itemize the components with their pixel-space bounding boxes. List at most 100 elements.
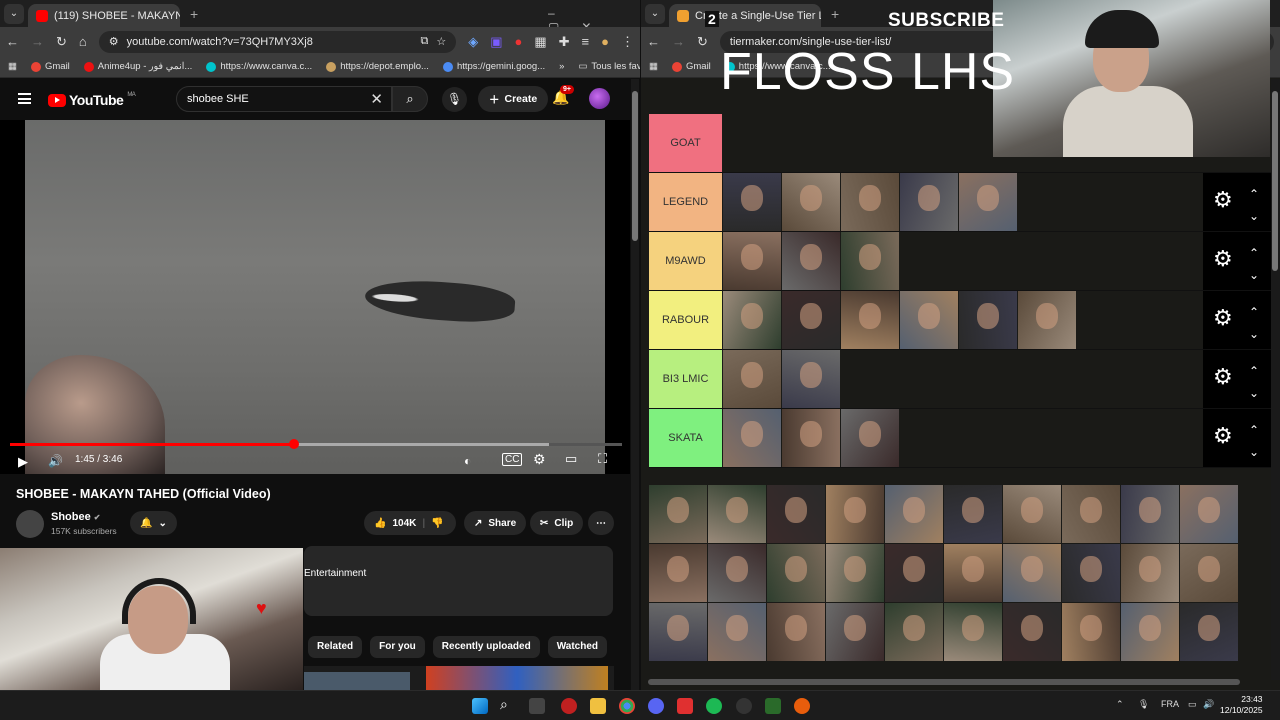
chip-for-you[interactable]: For you: [370, 636, 425, 658]
microphone-icon[interactable]: 🎙: [1138, 699, 1149, 710]
app-icon[interactable]: [736, 698, 752, 714]
extension-icon[interactable]: ●: [514, 34, 522, 49]
tier-settings-gear-icon[interactable]: ⚙: [1213, 423, 1233, 449]
search-button[interactable]: ⌕: [392, 86, 428, 112]
move-down-icon[interactable]: ⌄: [1249, 323, 1259, 345]
tier-label[interactable]: M9AWD: [649, 232, 722, 290]
artist-image[interactable]: [723, 232, 781, 290]
like-button[interactable]: 👍 104K | 👎: [364, 511, 456, 535]
task-view-icon[interactable]: [529, 698, 545, 714]
page-scrollbar[interactable]: [1271, 79, 1280, 680]
new-tab-button[interactable]: +: [831, 6, 839, 22]
captions-icon[interactable]: CC: [502, 453, 523, 466]
artist-image[interactable]: [900, 291, 958, 349]
artist-image[interactable]: [944, 544, 1002, 602]
site-info-icon[interactable]: ⚙: [109, 35, 119, 48]
search-input[interactable]: shobee SHE ✕: [176, 86, 392, 112]
new-tab-button[interactable]: +: [190, 6, 198, 22]
move-up-icon[interactable]: ⌃: [1249, 183, 1259, 205]
extension-icon[interactable]: ▣: [490, 34, 502, 50]
bookmark-gmail[interactable]: Gmail: [30, 61, 70, 72]
tier-settings-gear-icon[interactable]: ⚙: [1213, 305, 1233, 331]
reload-icon[interactable]: ↻: [56, 34, 67, 50]
language-indicator[interactable]: FRA: [1161, 699, 1179, 709]
tier-label[interactable]: RABOUR: [649, 291, 722, 349]
windows-start-icon[interactable]: [472, 698, 488, 714]
tier-settings-gear-icon[interactable]: ⚙: [1213, 364, 1233, 390]
artist-image[interactable]: [1121, 544, 1179, 602]
artist-image[interactable]: [841, 409, 899, 467]
chip-recently-uploaded[interactable]: Recently uploaded: [432, 636, 540, 658]
channel-name[interactable]: Shobee ✔: [51, 511, 101, 523]
notifications-button[interactable]: 🔔 9+: [552, 85, 574, 106]
hamburger-menu-icon[interactable]: [18, 93, 31, 104]
settings-gear-icon[interactable]: ⚙: [533, 451, 546, 468]
back-icon[interactable]: ←: [6, 34, 19, 49]
artist-image[interactable]: [826, 485, 884, 543]
artist-image[interactable]: [900, 173, 958, 231]
profile-avatar[interactable]: ●: [601, 34, 609, 49]
subscribe-bell-button[interactable]: 🔔 ⌄: [130, 511, 177, 535]
apps-grid-icon[interactable]: ▦: [649, 61, 658, 72]
tier-label[interactable]: LEGEND: [649, 173, 722, 231]
artist-image[interactable]: [1121, 485, 1179, 543]
extension-icon[interactable]: ◈: [468, 34, 478, 50]
artist-image[interactable]: [723, 291, 781, 349]
move-down-icon[interactable]: ⌄: [1249, 264, 1259, 286]
extensions-puzzle-icon[interactable]: ✚: [559, 34, 570, 50]
thumbs-down-icon[interactable]: 👎: [431, 518, 443, 529]
artist-image[interactable]: [1062, 603, 1120, 661]
horizontal-scrollbar[interactable]: [648, 679, 1240, 685]
file-explorer-icon[interactable]: [590, 698, 606, 714]
install-icon[interactable]: ⧉: [420, 35, 428, 48]
artist-image[interactable]: [649, 603, 707, 661]
artist-image[interactable]: [885, 485, 943, 543]
move-down-icon[interactable]: ⌄: [1249, 382, 1259, 404]
tier-settings-gear-icon[interactable]: ⚙: [1213, 246, 1233, 272]
scrollbar-thumb[interactable]: [632, 91, 638, 241]
description-box[interactable]: Entertainment: [304, 546, 613, 616]
all-bookmarks-folder[interactable]: ▭Tous les favoris: [578, 61, 640, 72]
clip-button[interactable]: ✂ Clip: [530, 511, 584, 535]
media-control-icon[interactable]: ≡: [582, 34, 590, 49]
channel-avatar[interactable]: [16, 510, 44, 538]
video-player[interactable]: ▶ 🔊 1:45 / 3:46 ◐ CC ⚙ ▭ ⛶: [0, 120, 630, 474]
tab-search-button[interactable]: ⌄: [645, 4, 665, 24]
fullscreen-icon[interactable]: ⛶: [598, 451, 607, 467]
artist-image[interactable]: [1003, 603, 1061, 661]
volume-icon[interactable]: 🔊: [1203, 699, 1214, 710]
artist-image[interactable]: [767, 485, 825, 543]
create-button[interactable]: ＋ Create: [478, 86, 549, 112]
share-button[interactable]: ↗ Share: [464, 511, 527, 535]
bookmarks-overflow-button[interactable]: »: [559, 61, 564, 72]
artist-image[interactable]: [767, 544, 825, 602]
thumbnail[interactable]: [304, 672, 410, 690]
tray-chevron-icon[interactable]: ⌃: [1116, 699, 1124, 710]
artist-image[interactable]: [782, 409, 840, 467]
move-up-icon[interactable]: ⌃: [1249, 301, 1259, 323]
artist-image[interactable]: [1180, 485, 1238, 543]
extension-icon[interactable]: ▦: [534, 34, 546, 50]
tab-youtube[interactable]: (119) SHOBEE - MAKAYN TAHED ✕: [28, 4, 180, 27]
bookmark-gmail[interactable]: Gmail: [671, 61, 711, 72]
bookmark-depot[interactable]: https://depot.emplo...: [326, 61, 429, 72]
artist-image[interactable]: [782, 173, 840, 231]
artist-image[interactable]: [1062, 544, 1120, 602]
artist-image[interactable]: [959, 173, 1017, 231]
artist-image[interactable]: [1062, 485, 1120, 543]
tab-tiermaker[interactable]: Create a Single-Use Tier List (P... ✕: [669, 4, 821, 27]
related-video-thumbnails[interactable]: [304, 666, 614, 690]
tab-search-button[interactable]: ⌄: [4, 4, 24, 24]
artist-image[interactable]: [782, 232, 840, 290]
app-icon[interactable]: [677, 698, 693, 714]
artist-image[interactable]: [723, 409, 781, 467]
artist-image[interactable]: [1121, 603, 1179, 661]
home-icon[interactable]: ⌂: [79, 34, 87, 49]
artist-image[interactable]: [885, 603, 943, 661]
artist-image[interactable]: [708, 603, 766, 661]
artist-image[interactable]: [841, 232, 899, 290]
progress-bar[interactable]: [10, 443, 622, 446]
spotify-icon[interactable]: [706, 698, 722, 714]
address-bar[interactable]: ⚙ youtube.com/watch?v=73QH7MY3Xj8 ⧉ ☆: [98, 30, 457, 53]
bookmark-gemini[interactable]: https://gemini.goog...: [442, 61, 545, 72]
